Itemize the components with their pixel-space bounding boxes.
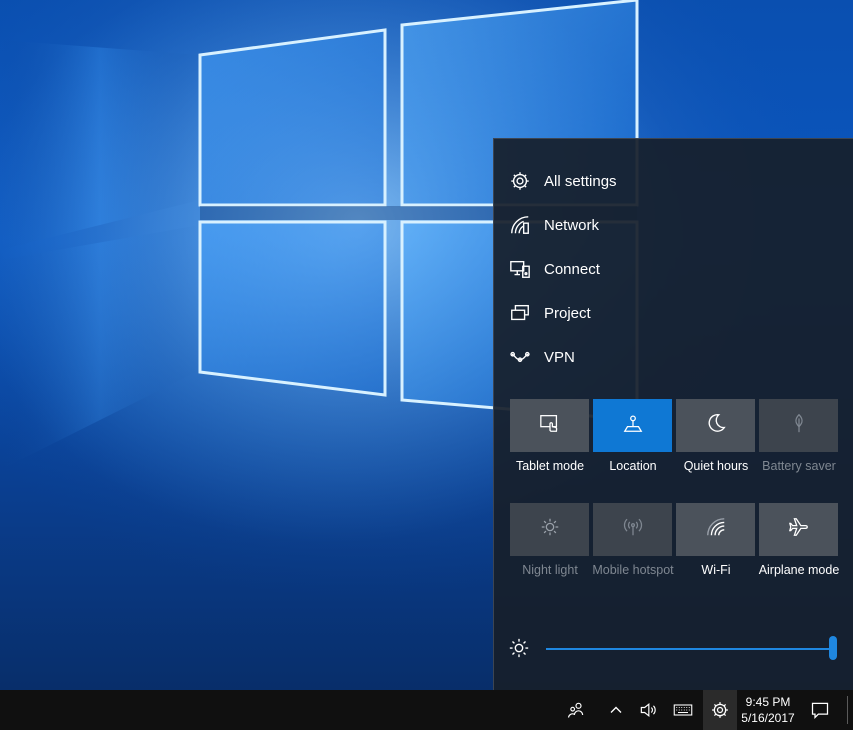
project-icon [508, 301, 532, 325]
quick-link-label: Network [544, 216, 600, 234]
clock-time: 9:45 PM [745, 695, 791, 709]
quick-link-connect[interactable]: Connect [494, 247, 644, 291]
moon-icon [705, 412, 727, 439]
hotspot-icon [622, 516, 644, 543]
tile-battery-saver[interactable] [759, 399, 838, 452]
volume-icon[interactable] [636, 698, 660, 722]
vpn-icon [508, 345, 532, 369]
notification-icon[interactable] [808, 698, 832, 722]
tile-mobile-hotspot[interactable] [593, 503, 672, 556]
chevron-up-icon[interactable] [604, 698, 628, 722]
keyboard-icon[interactable] [671, 698, 695, 722]
tile-quiet-hours[interactable] [676, 399, 755, 452]
tile-airplane-mode[interactable] [759, 503, 838, 556]
quick-link-all-settings[interactable]: All settings [494, 159, 644, 203]
brightness-slider-thumb[interactable] [829, 636, 837, 660]
tablet-mode-icon [539, 412, 561, 439]
network-icon [508, 213, 532, 237]
brightness-slider-track[interactable] [546, 648, 834, 650]
tile-location[interactable] [593, 399, 672, 452]
tile-label: Tablet mode [515, 459, 585, 473]
gear-icon [508, 169, 532, 193]
tile-wifi[interactable] [676, 503, 755, 556]
quick-link-network[interactable]: Network [494, 203, 644, 247]
tile-label: Night light [522, 563, 578, 577]
night-light-icon [539, 516, 561, 543]
people-icon[interactable] [564, 698, 588, 722]
tile-label: Location [609, 459, 657, 473]
action-center-panel: All settings Network Connect Project VPN… [493, 138, 853, 690]
taskbar-clock[interactable]: 9:45 PM 5/16/2017 [737, 690, 799, 730]
quick-link-vpn[interactable]: VPN [494, 335, 644, 379]
quick-link-label: Connect [544, 260, 600, 278]
brightness-icon [508, 637, 530, 659]
location-icon [622, 412, 644, 439]
quick-link-label: Project [544, 304, 591, 322]
tile-label: Mobile hotspot [592, 563, 674, 577]
tile-label: Battery saver [762, 459, 836, 473]
leaf-icon [788, 412, 810, 439]
tile-label: Quiet hours [683, 459, 749, 473]
clock-date: 5/16/2017 [741, 711, 795, 725]
quick-link-project[interactable]: Project [494, 291, 644, 335]
wifi-icon [705, 516, 727, 543]
quick-link-label: All settings [544, 172, 617, 190]
tile-night-light[interactable] [510, 503, 589, 556]
show-desktop-button[interactable] [847, 696, 848, 724]
quick-link-label: VPN [544, 348, 575, 366]
tile-tablet-mode[interactable] [510, 399, 589, 452]
gear-icon[interactable] [703, 690, 737, 730]
tile-label: Wi-Fi [701, 563, 731, 577]
airplane-icon [788, 516, 810, 543]
tile-label: Airplane mode [758, 563, 840, 577]
connect-icon [508, 257, 532, 281]
taskbar: 9:45 PM 5/16/2017 [0, 690, 853, 730]
